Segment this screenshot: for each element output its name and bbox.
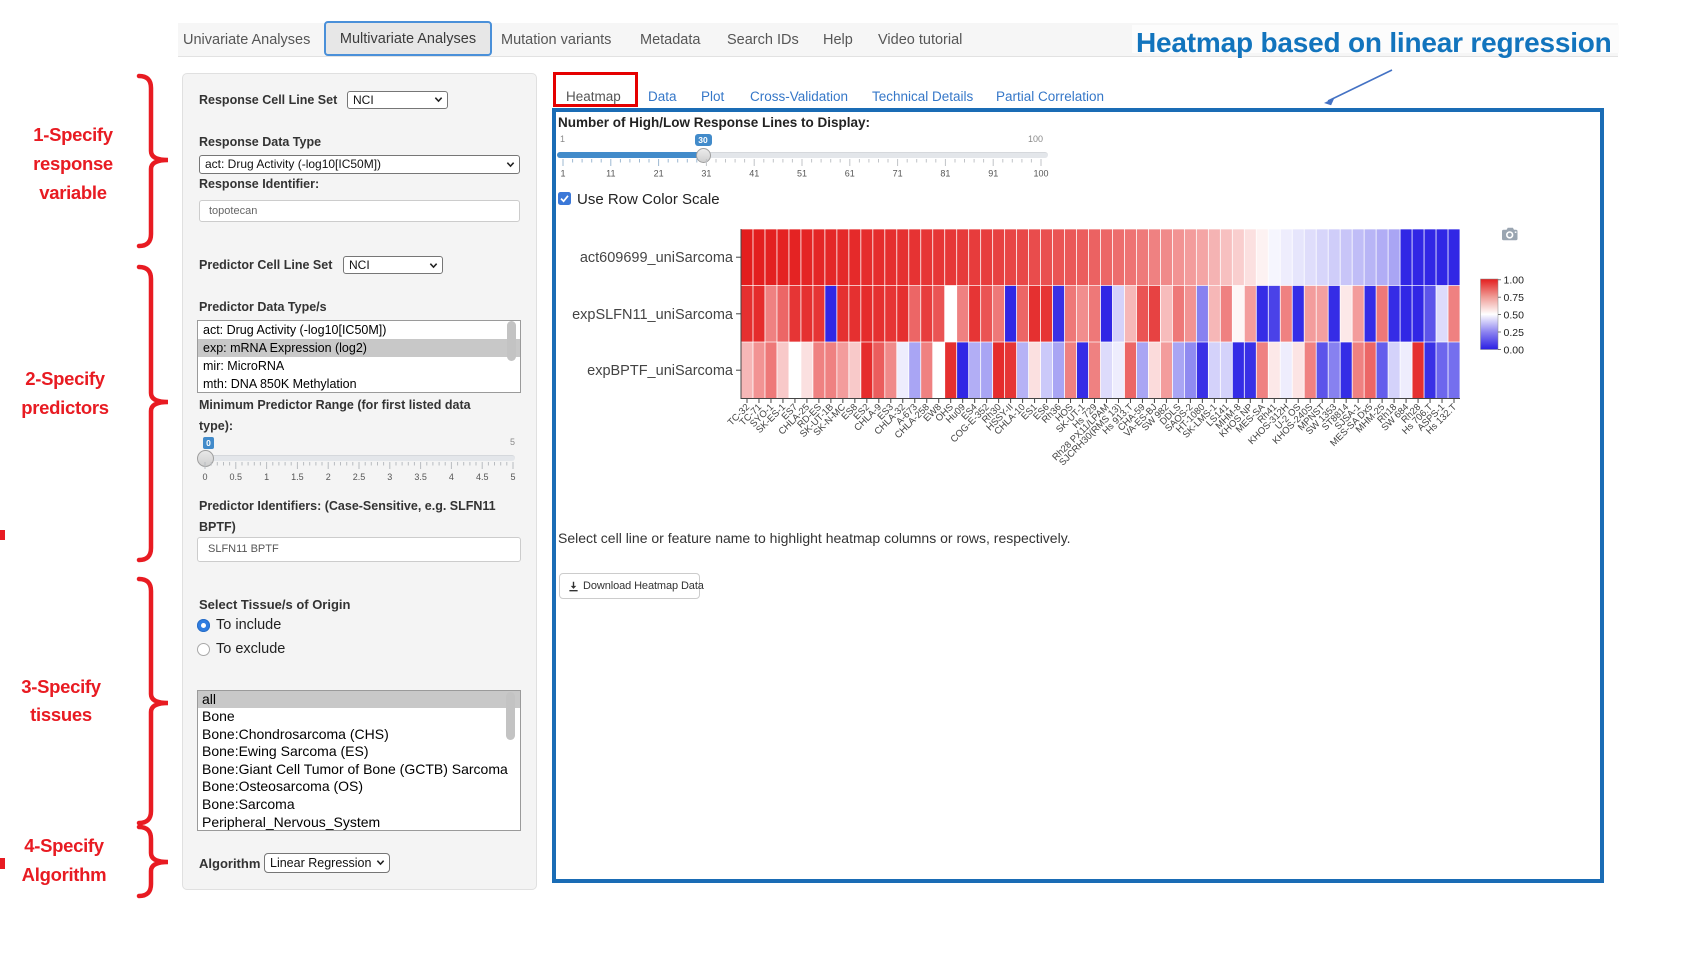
svg-text:1.5: 1.5 xyxy=(291,472,304,482)
svg-text:1: 1 xyxy=(560,169,565,179)
svg-text:5: 5 xyxy=(510,472,515,482)
svg-text:3.5: 3.5 xyxy=(414,472,427,482)
svg-text:expSLFN11_uniSarcoma: expSLFN11_uniSarcoma xyxy=(572,307,734,323)
svg-text:4: 4 xyxy=(449,472,454,482)
svg-text:41: 41 xyxy=(749,169,759,179)
svg-text:0.00: 0.00 xyxy=(1504,344,1525,356)
svg-text:100: 100 xyxy=(1033,169,1048,179)
svg-text:51: 51 xyxy=(797,169,807,179)
svg-text:11: 11 xyxy=(606,169,615,179)
svg-text:21: 21 xyxy=(654,169,664,179)
svg-text:81: 81 xyxy=(940,169,950,179)
svg-text:1.00: 1.00 xyxy=(1504,275,1525,287)
svg-text:2.5: 2.5 xyxy=(353,472,366,482)
svg-text:0.5: 0.5 xyxy=(230,472,243,482)
svg-text:0.50: 0.50 xyxy=(1504,309,1525,321)
svg-text:0: 0 xyxy=(202,472,207,482)
svg-text:4.5: 4.5 xyxy=(476,472,489,482)
svg-text:3: 3 xyxy=(387,472,392,482)
svg-text:61: 61 xyxy=(845,169,855,179)
svg-text:71: 71 xyxy=(893,169,903,179)
svg-text:31: 31 xyxy=(701,169,711,179)
svg-text:expBPTF_uniSarcoma: expBPTF_uniSarcoma xyxy=(587,363,734,379)
svg-text:2: 2 xyxy=(326,472,331,482)
svg-text:1: 1 xyxy=(264,472,269,482)
svg-text:0.75: 0.75 xyxy=(1504,292,1525,304)
svg-text:91: 91 xyxy=(988,169,998,179)
svg-text:act609699_uniSarcoma: act609699_uniSarcoma xyxy=(580,250,734,266)
svg-text:0.25: 0.25 xyxy=(1504,327,1525,339)
